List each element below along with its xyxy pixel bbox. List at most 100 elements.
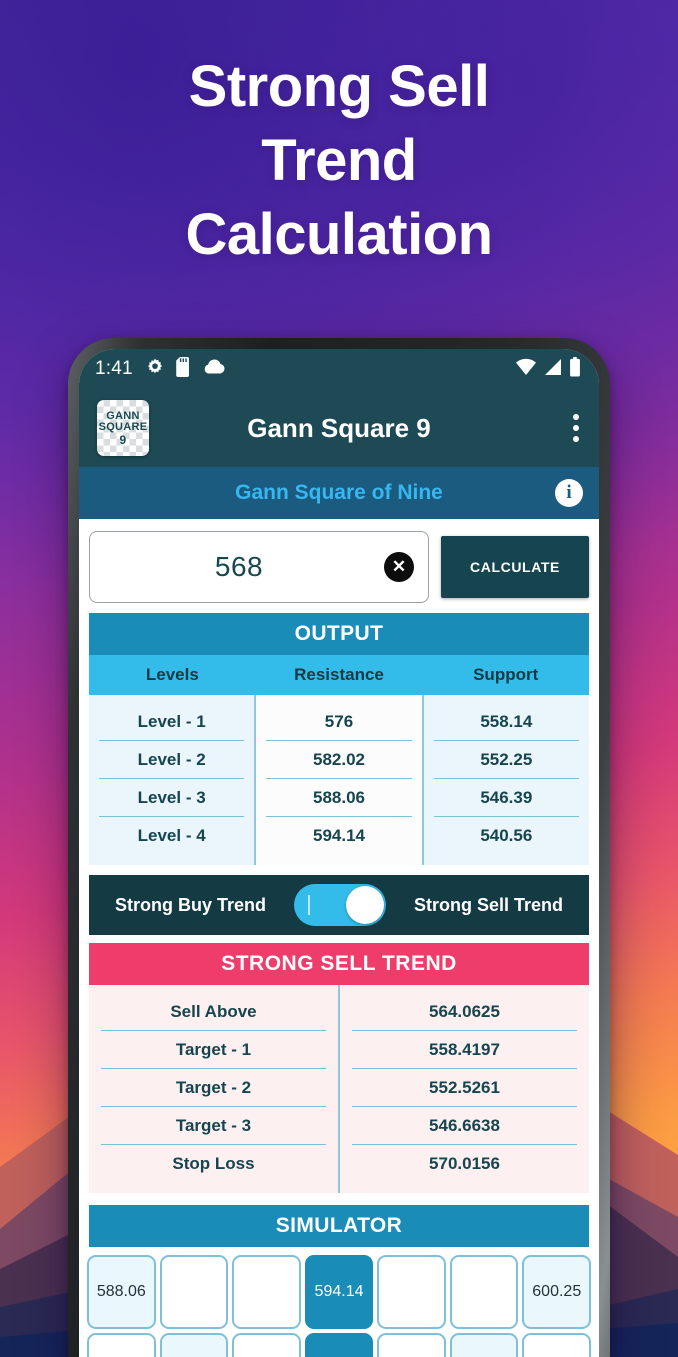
sub-header-bar: Gann Square of Nine i [79, 467, 599, 519]
simulator-cell[interactable] [377, 1255, 446, 1329]
headline-line-2: Trend [261, 128, 417, 193]
sell-trend-label-column: Sell Above Target - 1 Target - 2 Target … [89, 985, 338, 1193]
cloud-icon [202, 358, 226, 380]
kebab-menu-icon[interactable] [573, 414, 579, 442]
table-cell: Level - 4 [137, 826, 206, 845]
page-title: Strong Sell Trend Calculation [0, 50, 678, 272]
simulator-title: SIMULATOR [89, 1205, 589, 1247]
app-logo-line-3: 9 [119, 432, 127, 447]
output-col-support: Support [473, 665, 539, 684]
headline-line-1: Strong Sell [188, 54, 490, 119]
simulator-cell-selected[interactable]: 594.14 [304, 1255, 374, 1329]
sell-trend-table: Sell Above Target - 1 Target - 2 Target … [89, 985, 589, 1193]
headline-line-3: Calculation [185, 202, 493, 267]
status-clock: 1:41 [95, 358, 133, 379]
app-bar-title: Gann Square 9 [247, 412, 431, 443]
simulator-cell[interactable] [159, 1255, 229, 1329]
status-bar: 1:41 [79, 349, 599, 389]
simulator-cell[interactable] [522, 1333, 592, 1357]
gear-icon [145, 357, 165, 382]
phone-screen: 1:41 GANN SQUARE 9 Gann Square 9 Gann Sq… [79, 349, 599, 1357]
table-cell: 576 [266, 703, 412, 741]
table-cell: Level - 2 [99, 741, 245, 779]
table-cell: Sell Above [101, 993, 326, 1031]
app-bar: GANN SQUARE 9 Gann Square 9 [79, 389, 599, 467]
clear-input-icon[interactable]: ✕ [384, 552, 414, 582]
phone-device-frame: 1:41 GANN SQUARE 9 Gann Square 9 Gann Sq… [68, 338, 610, 1357]
table-cell: 588.06 [266, 779, 412, 817]
output-table-body: Level - 1 Level - 2 Level - 3 Level - 4 … [89, 695, 589, 865]
cellular-signal-icon [543, 358, 563, 381]
output-section-title: OUTPUT [89, 613, 589, 655]
value-input-field[interactable]: 568 ✕ [89, 531, 429, 603]
promo-screenshot: Strong Sell Trend Calculation 1:41 GANN … [0, 0, 678, 1357]
sub-header-title: Gann Square of Nine [235, 481, 443, 504]
output-card: OUTPUT Levels Resistance Support Level -… [89, 613, 589, 865]
table-cell: 558.4197 [352, 1031, 577, 1069]
simulator-grid: 588.06 594.14 600.25 542.56 548.33 558.0… [87, 1255, 592, 1357]
status-right-icons [515, 356, 581, 382]
status-left-icons [145, 356, 226, 382]
output-levels-column: Level - 1 Level - 2 Level - 3 Level - 4 [89, 695, 254, 865]
simulator-cell[interactable]: 600.25 [522, 1255, 592, 1329]
trend-toggle-switch[interactable] [293, 884, 386, 926]
simulator-row: 588.06 594.14 600.25 [87, 1255, 592, 1329]
battery-icon [569, 356, 581, 382]
output-column-headers: Levels Resistance Support [89, 655, 589, 695]
toggle-label-buy: Strong Buy Trend [115, 894, 267, 915]
table-cell: 558.14 [433, 703, 579, 741]
table-cell: Target - 2 [101, 1069, 326, 1107]
simulator-cell[interactable] [232, 1333, 301, 1357]
table-cell: Stop Loss [172, 1154, 255, 1173]
table-cell: 582.02 [266, 741, 412, 779]
calculate-button[interactable]: CALCULATE [441, 536, 589, 598]
simulator-cell[interactable]: 558.02 [449, 1333, 519, 1357]
trend-toggle-row: Strong Buy Trend Strong Sell Trend [89, 875, 589, 935]
app-logo-line-2: SQUARE [98, 420, 148, 433]
table-cell: 546.39 [433, 779, 579, 817]
switch-track-mark [307, 895, 310, 915]
app-logo-icon: GANN SQUARE 9 [97, 400, 149, 456]
simulator-cell-selected[interactable]: 548.33 [304, 1333, 374, 1357]
table-cell: 546.6638 [352, 1107, 577, 1145]
table-cell: 552.5261 [352, 1069, 577, 1107]
sell-trend-value-column: 564.0625 558.4197 552.5261 546.6638 570.… [338, 985, 589, 1193]
table-cell: 540.56 [480, 826, 533, 845]
table-cell: 570.0156 [429, 1154, 500, 1173]
output-col-resistance: Resistance [294, 665, 384, 684]
info-icon[interactable]: i [555, 479, 583, 507]
simulator-cell[interactable] [377, 1333, 446, 1357]
value-input-row: 568 ✕ CALCULATE [79, 519, 599, 613]
simulator-cell[interactable]: 588.06 [87, 1255, 156, 1329]
sd-card-icon [176, 356, 191, 382]
table-cell: Level - 1 [99, 703, 245, 741]
table-cell: Target - 1 [101, 1031, 326, 1069]
simulator-cell[interactable] [87, 1333, 156, 1357]
table-cell: Level - 3 [99, 779, 245, 817]
wifi-icon [515, 358, 537, 381]
simulator-cell[interactable] [449, 1255, 519, 1329]
simulator-row: 542.56 548.33 558.02 [87, 1333, 592, 1357]
table-cell: Target - 3 [101, 1107, 326, 1145]
table-cell: 564.0625 [352, 993, 577, 1031]
output-col-levels: Levels [145, 665, 199, 684]
simulator-cell[interactable]: 542.56 [159, 1333, 229, 1357]
output-support-column: 558.14 552.25 546.39 540.56 [424, 695, 589, 865]
app-logo-line-1: GANN [106, 409, 140, 422]
output-resistance-column: 576 582.02 588.06 594.14 [254, 695, 424, 865]
switch-knob[interactable] [345, 886, 384, 924]
simulator-cell[interactable] [232, 1255, 301, 1329]
table-cell: 594.14 [312, 826, 365, 845]
value-input-text: 568 [214, 551, 264, 582]
toggle-label-sell: Strong Sell Trend [413, 894, 563, 915]
